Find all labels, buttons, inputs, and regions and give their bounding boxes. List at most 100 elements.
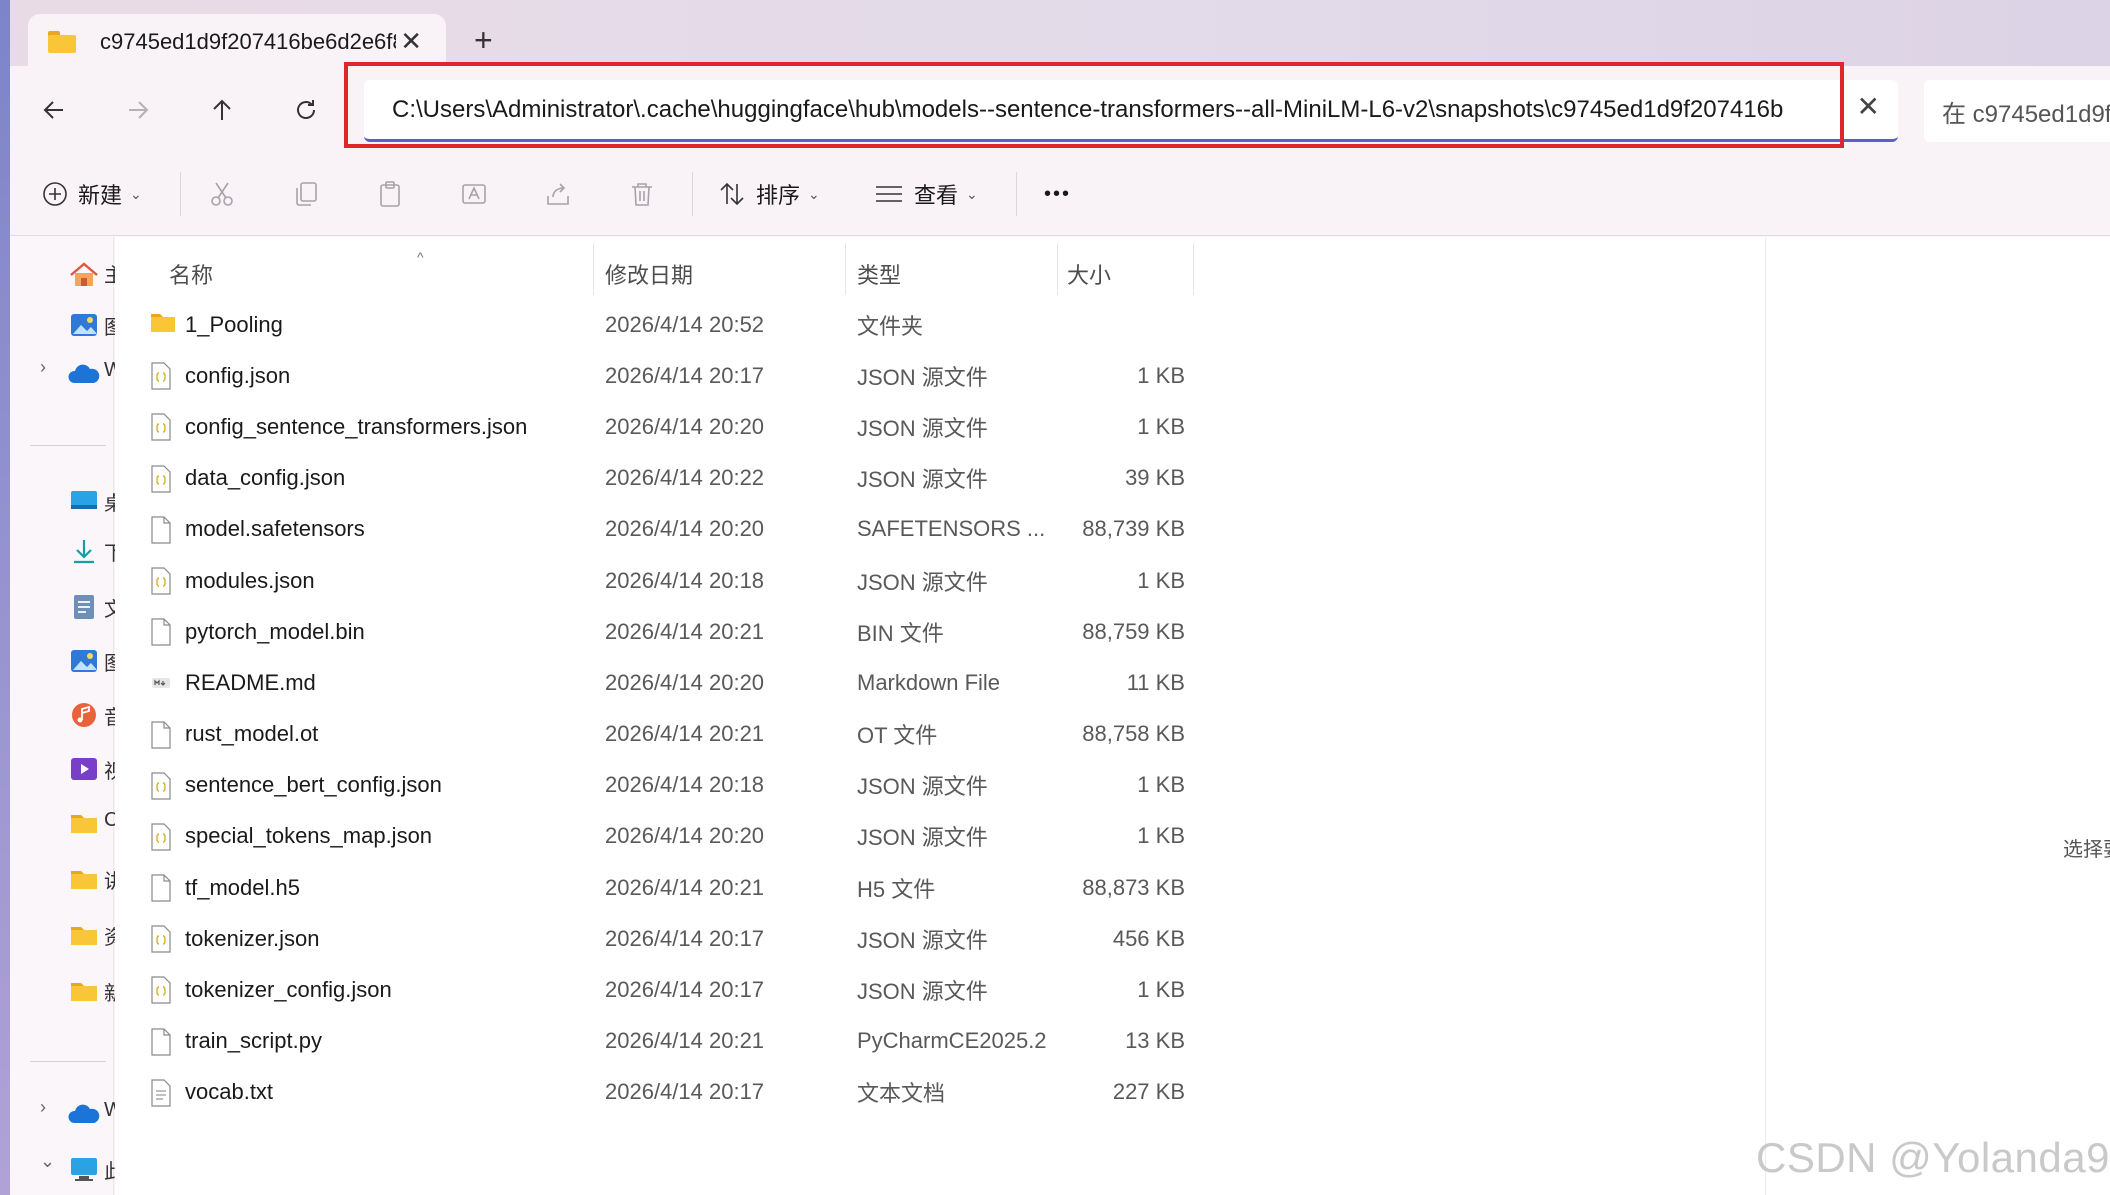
file-type: PyCharmCE2025.2 bbox=[857, 1028, 1047, 1054]
address-bar[interactable]: C:\Users\Administrator\.cache\huggingfac… bbox=[364, 80, 1898, 142]
file-row[interactable]: pytorch_model.bin 2026/4/14 20:21 BIN 文件 88… bbox=[115, 606, 1215, 657]
onedrive-icon[interactable] bbox=[68, 1101, 100, 1129]
file-type: JSON 源文件 bbox=[857, 979, 988, 1005]
new-tab-button[interactable]: + bbox=[474, 24, 493, 56]
file-type: Markdown File bbox=[857, 669, 1001, 695]
column-header-type-label: 类型 bbox=[857, 263, 902, 288]
file-row[interactable]: 1_Pooling 2026/4/14 20:52 文件夹 bbox=[115, 299, 1215, 350]
close-tab-icon[interactable]: ✕ bbox=[400, 26, 422, 57]
file-date: 2026/4/14 20:20 bbox=[605, 413, 765, 439]
home-icon[interactable] bbox=[68, 261, 100, 289]
more-options-button[interactable]: ••• bbox=[1044, 174, 1071, 214]
file-row[interactable]: vocab.txt 2026/4/14 20:17 文本文档 227 KB bbox=[115, 1067, 1215, 1118]
address-path[interactable]: C:\Users\Administrator\.cache\huggingfac… bbox=[392, 96, 1832, 124]
folder-icon[interactable] bbox=[68, 865, 100, 893]
up-button[interactable] bbox=[200, 88, 244, 132]
chevron-down-icon: ⌄ bbox=[808, 185, 820, 202]
rename-button[interactable] bbox=[460, 174, 488, 214]
column-divider[interactable] bbox=[1193, 243, 1194, 295]
share-button[interactable] bbox=[544, 174, 572, 214]
file-row[interactable]: sentence_bert_config.json 2026/4/14 20:18… bbox=[115, 760, 1215, 811]
file-row[interactable]: modules.json 2026/4/14 20:18 JSON 源文件 1 KB bbox=[115, 555, 1215, 606]
file-size: 1 KB bbox=[1137, 362, 1185, 388]
column-header-type[interactable]: 类型 bbox=[857, 249, 901, 299]
copy-icon bbox=[296, 182, 317, 206]
file-name: 1_Pooling bbox=[185, 311, 283, 337]
refresh-button[interactable] bbox=[284, 88, 328, 132]
folder-icon[interactable] bbox=[68, 921, 100, 949]
onedrive-icon[interactable] bbox=[68, 361, 100, 389]
file-row[interactable]: model.safetensors 2026/4/14 20:20 SAFETENS… bbox=[115, 504, 1215, 555]
chevron-right-icon[interactable]: › bbox=[40, 1097, 46, 1118]
arrow-up-icon bbox=[213, 99, 231, 120]
file-type: 文件夹 bbox=[857, 313, 924, 339]
column-divider[interactable] bbox=[593, 243, 594, 295]
json-file-icon bbox=[150, 925, 172, 953]
sort-icon bbox=[720, 182, 744, 206]
file-row[interactable]: rust_model.ot 2026/4/14 20:21 OT 文件 88,758 … bbox=[115, 709, 1215, 760]
back-button[interactable] bbox=[32, 88, 76, 132]
folder-icon[interactable] bbox=[68, 977, 100, 1005]
json-file-icon bbox=[150, 567, 172, 595]
gallery-icon[interactable] bbox=[68, 311, 100, 339]
desktop-icon[interactable] bbox=[68, 487, 100, 515]
column-header-size[interactable]: 大小 bbox=[1067, 249, 1111, 299]
chevron-right-icon[interactable]: › bbox=[40, 357, 46, 378]
documents-icon[interactable] bbox=[68, 593, 100, 621]
json-file-icon bbox=[150, 772, 172, 800]
file-row[interactable]: tokenizer.json 2026/4/14 20:17 JSON 源文件 456… bbox=[115, 913, 1215, 964]
column-divider[interactable] bbox=[845, 243, 846, 295]
paste-button[interactable] bbox=[376, 174, 404, 214]
file-row[interactable]: config_sentence_transformers.json 2026/4/… bbox=[115, 401, 1215, 452]
file-size: 88,759 KB bbox=[1082, 618, 1185, 644]
copy-button[interactable] bbox=[292, 174, 320, 214]
videos-icon[interactable] bbox=[68, 755, 100, 783]
file-type: JSON 源文件 bbox=[857, 569, 988, 595]
delete-button[interactable] bbox=[628, 174, 656, 214]
file-size: 1 KB bbox=[1137, 413, 1185, 439]
file-row[interactable]: tokenizer_config.json 2026/4/14 20:17 JSON… bbox=[115, 964, 1215, 1015]
pictures-icon[interactable] bbox=[68, 647, 100, 675]
file-row[interactable]: README.md 2026/4/14 20:20 Markdown File 11 … bbox=[115, 657, 1215, 708]
file-row[interactable]: train_script.py 2026/4/14 20:21 PyCharmCE2… bbox=[115, 1016, 1215, 1067]
search-box[interactable]: 在 c9745ed1d9f2 bbox=[1924, 80, 2110, 142]
column-header-name[interactable]: 名称 ^ bbox=[169, 249, 469, 299]
file-size: 1 KB bbox=[1137, 772, 1185, 798]
view-button-label: 查看 bbox=[914, 183, 959, 208]
file-row[interactable]: config.json 2026/4/14 20:17 JSON 源文件 1 KB bbox=[115, 350, 1215, 401]
more-icon: ••• bbox=[1044, 182, 1072, 205]
file-name: vocab.txt bbox=[185, 1079, 274, 1105]
view-button[interactable]: 查看 ⌄ bbox=[874, 174, 978, 214]
column-header-size-label: 大小 bbox=[1067, 263, 1112, 288]
music-icon[interactable] bbox=[68, 701, 100, 729]
sort-button[interactable]: 排序 ⌄ bbox=[718, 174, 820, 214]
refresh-icon bbox=[297, 100, 315, 119]
file-type: BIN 文件 bbox=[857, 620, 944, 646]
json-file-icon bbox=[150, 464, 172, 493]
tab-current-folder[interactable]: c9745ed1d9f207416be6d2e6f8 ✕ bbox=[28, 14, 446, 70]
cut-button[interactable] bbox=[208, 174, 236, 214]
clear-address-icon[interactable]: ✕ bbox=[1857, 90, 1880, 123]
chevron-down-icon[interactable]: ⌄ bbox=[40, 1151, 55, 1172]
file-row[interactable]: tf_model.h5 2026/4/14 20:21 H5 文件 88,873 KB bbox=[115, 862, 1215, 913]
file-date: 2026/4/14 20:22 bbox=[605, 465, 765, 491]
new-button[interactable]: 新建 ⌄ bbox=[42, 174, 142, 214]
file-name: README.md bbox=[185, 669, 316, 695]
download-icon[interactable] bbox=[68, 537, 100, 565]
file-row[interactable]: data_config.json 2026/4/14 20:22 JSON 源文件 3… bbox=[115, 453, 1215, 504]
blank-file-icon bbox=[150, 516, 172, 544]
file-date: 2026/4/14 20:20 bbox=[605, 823, 765, 849]
this-pc-icon[interactable] bbox=[68, 1155, 100, 1183]
file-row[interactable]: special_tokens_map.json 2026/4/14 20:20 JS… bbox=[115, 811, 1215, 862]
file-date: 2026/4/14 20:21 bbox=[605, 618, 765, 644]
divider bbox=[692, 172, 693, 216]
column-divider[interactable] bbox=[1057, 243, 1058, 295]
blank-file-icon bbox=[150, 874, 172, 902]
preview-pane-divider[interactable] bbox=[1765, 237, 1766, 1195]
column-header-date[interactable]: 修改日期 bbox=[605, 249, 693, 299]
file-date: 2026/4/14 20:21 bbox=[605, 874, 765, 900]
folder-icon[interactable] bbox=[68, 809, 100, 837]
forward-button[interactable] bbox=[116, 88, 160, 132]
clipboard-icon bbox=[380, 181, 400, 207]
file-size: 88,739 KB bbox=[1082, 516, 1185, 542]
